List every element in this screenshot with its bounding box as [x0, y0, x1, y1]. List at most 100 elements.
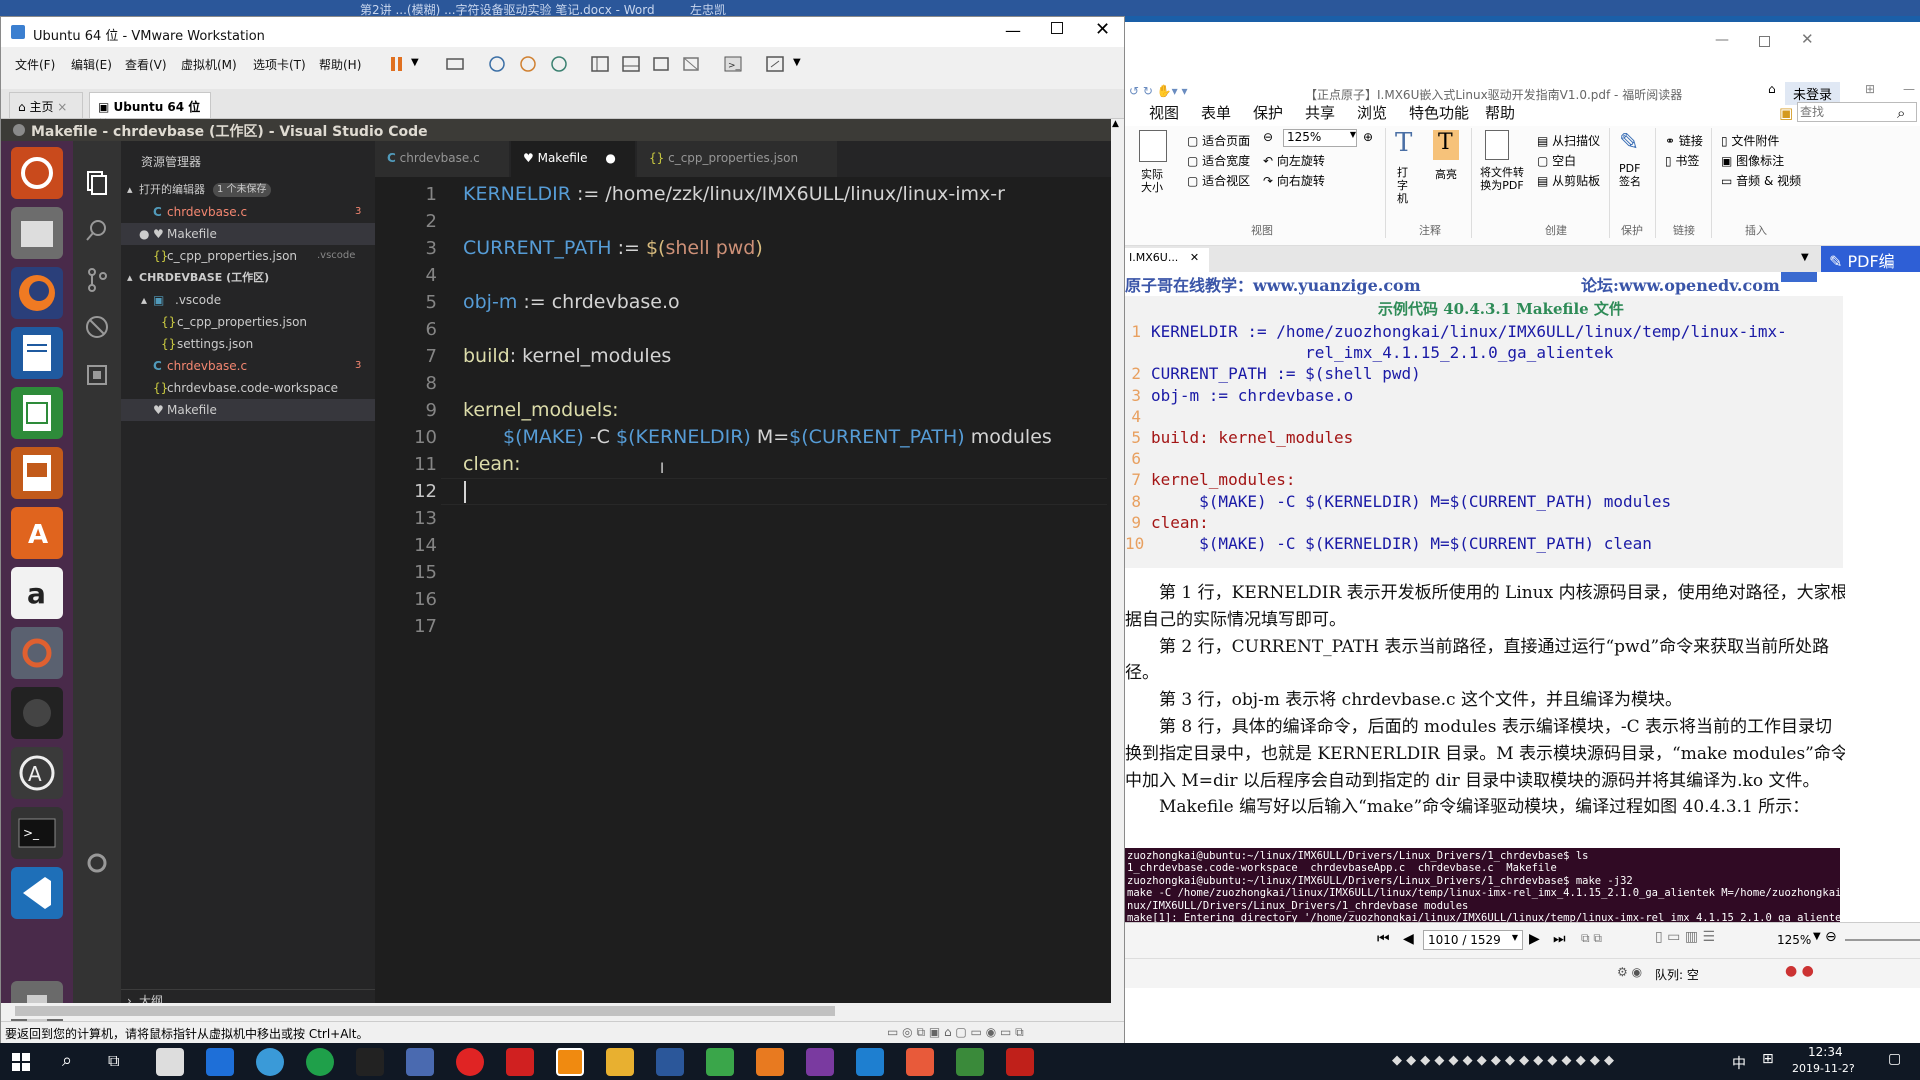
system-settings-icon[interactable]: [11, 627, 63, 679]
files-icon[interactable]: [11, 207, 63, 259]
search-icon[interactable]: ⌕: [1897, 104, 1905, 122]
workspace-header[interactable]: ▴ CHRDEVBASE (工作区): [121, 267, 375, 289]
audio-video-button[interactable]: ▭ 音频 & 视频: [1721, 172, 1801, 189]
prev-page-icon[interactable]: ◀: [1403, 931, 1414, 947]
unity-icon[interactable]: [679, 53, 703, 75]
ime-indicator[interactable]: 中: [1732, 1053, 1746, 1073]
list-item[interactable]: Cchrdevbase.c 3: [121, 355, 375, 377]
vscode-icon[interactable]: [11, 867, 63, 919]
search-icon[interactable]: ⌕: [62, 1050, 72, 1071]
libreoffice-impress-icon[interactable]: [11, 447, 63, 499]
notification-icon[interactable]: ▢: [1888, 1051, 1901, 1067]
convert-pdf-label[interactable]: 将文件转换为PDF: [1477, 166, 1527, 192]
libreoffice-writer-icon[interactable]: [11, 327, 63, 379]
from-scanner-button[interactable]: ▤ 从扫描仪: [1537, 132, 1600, 149]
minimize-icon[interactable]: —: [1715, 32, 1729, 48]
start-icon[interactable]: [12, 1053, 30, 1071]
qq-icon[interactable]: [356, 1048, 384, 1076]
menu-file[interactable]: 文件(F): [15, 56, 55, 73]
zoom-out-icon[interactable]: ⊖: [1825, 929, 1837, 945]
menu-browse[interactable]: 浏览: [1357, 102, 1387, 123]
view-mode-icons[interactable]: ⧉ ⧉: [1581, 931, 1602, 946]
software-center-icon[interactable]: A: [11, 507, 63, 559]
close-icon[interactable]: ✕: [1095, 19, 1110, 40]
bookmark-button[interactable]: ▯ 书签: [1665, 152, 1699, 169]
last-page-icon[interactable]: ⏭: [1553, 931, 1566, 947]
firefox-icon[interactable]: [11, 267, 63, 319]
snapshot-icon[interactable]: [485, 53, 509, 75]
menu-share[interactable]: 共享: [1305, 102, 1335, 123]
vmware-vertical-scrollbar[interactable]: ▲▼: [1111, 119, 1124, 1019]
window-close-dot-icon[interactable]: [13, 124, 25, 136]
scroll-up-icon[interactable]: ▲: [1112, 119, 1119, 129]
doc-tab[interactable]: I.MX6U... ✕: [1125, 248, 1209, 272]
layout-icons[interactable]: ▯ ▭ ▥ ☰: [1655, 929, 1715, 945]
zoom-out-icon[interactable]: ⊖: [1263, 130, 1273, 144]
source-control-icon[interactable]: [85, 267, 109, 293]
debug-icon[interactable]: [85, 315, 109, 339]
menu-edit[interactable]: 编辑(E): [71, 56, 112, 73]
task-view-icon[interactable]: ⧉: [108, 1051, 119, 1071]
fit-visible-button[interactable]: ▢ 适合视区: [1187, 172, 1250, 189]
close-icon[interactable]: ✕: [1801, 30, 1814, 48]
pdf-page[interactable]: 原子哥在线教学：www.yuanzige.com 论坛:www.openedv.…: [1125, 272, 1920, 922]
maximize-icon[interactable]: [1759, 36, 1770, 47]
maximize-icon[interactable]: [1051, 22, 1063, 34]
pause-dropdown-icon[interactable]: ▼: [411, 57, 419, 68]
tab-ubuntu[interactable]: ▣ Ubuntu 64 位 ×: [89, 92, 211, 129]
image-annotation-button[interactable]: ▣ 图像标注: [1721, 152, 1784, 169]
file-explorer-icon[interactable]: [606, 1048, 634, 1076]
app-green-icon[interactable]: [306, 1048, 334, 1076]
menu-protect[interactable]: 保护: [1253, 102, 1283, 123]
tray-icons[interactable]: ◆ ◆ ◆ ◆ ◆ ◆ ◆ ◆ ◆ ◆ ◆ ◆ ◆ ◆ ◆ ◆: [1392, 1053, 1614, 1068]
menu-vm[interactable]: 虚拟机(M): [181, 56, 237, 73]
snapshot-manager-icon[interactable]: [547, 53, 571, 75]
open-editors-header[interactable]: ▴ 打开的编辑器 1 个未保存: [121, 179, 375, 201]
file-attachment-button[interactable]: ▯ 文件附件: [1721, 132, 1779, 149]
zoom-in-icon[interactable]: ⊕: [1363, 130, 1373, 144]
software-updater-icon[interactable]: A: [11, 747, 63, 799]
foxit-icon[interactable]: [756, 1048, 784, 1076]
send-ctrl-alt-del-icon[interactable]: [443, 53, 467, 75]
app-icon[interactable]: [406, 1048, 434, 1076]
pdf-sign-icon[interactable]: ✎: [1619, 128, 1639, 156]
netease-music-icon[interactable]: [456, 1048, 484, 1076]
unsaved-dot-icon[interactable]: ●: [605, 151, 615, 165]
manage-gear-icon[interactable]: [85, 851, 109, 875]
actual-size-icon[interactable]: [1139, 130, 1167, 162]
filezilla-icon[interactable]: [1006, 1048, 1034, 1076]
console-view-icon[interactable]: >_: [721, 53, 745, 75]
browser-icon[interactable]: [256, 1048, 284, 1076]
notepad-icon[interactable]: [956, 1048, 984, 1076]
blank-button[interactable]: ▢ 空白: [1537, 152, 1576, 169]
menu-help[interactable]: 帮助(H): [319, 56, 361, 73]
camera-app-icon[interactable]: [156, 1048, 184, 1076]
rotate-right-button[interactable]: ↷ 向右旋转: [1263, 172, 1325, 189]
thumbnail-bar-icon[interactable]: [619, 53, 643, 75]
tree-folder[interactable]: ▴ ▣ .vscode: [121, 289, 375, 311]
code-area[interactable]: KERNELDIR := /home/zzk/linux/IMX6ULL/lin…: [375, 181, 1111, 681]
highlight-label[interactable]: 高亮: [1435, 166, 1457, 182]
zoom-level[interactable]: 125%: [1777, 933, 1811, 947]
menu-help[interactable]: 帮助: [1485, 102, 1515, 123]
explorer-icon[interactable]: [85, 169, 109, 195]
extensions-icon[interactable]: [85, 363, 109, 387]
clock-date[interactable]: 2019-11-2?: [1792, 1062, 1855, 1075]
skin-icon[interactable]: ⌂: [1768, 82, 1776, 96]
fit-width-button[interactable]: ▢ 适合宽度: [1187, 152, 1250, 169]
next-page-icon[interactable]: ▶: [1529, 931, 1540, 947]
app-orange-icon[interactable]: [906, 1048, 934, 1076]
quick-access-icons[interactable]: ↺ ↻ ✋▾ ▾: [1129, 84, 1188, 98]
close-icon[interactable]: ✕: [1190, 251, 1199, 264]
rotate-left-button[interactable]: ↶ 向左旋转: [1263, 152, 1325, 169]
libreoffice-calc-icon[interactable]: [11, 387, 63, 439]
search-icon[interactable]: [85, 219, 109, 243]
zoom-slider[interactable]: [1845, 939, 1920, 941]
list-item[interactable]: {} c_cpp_properties.json .vscode: [121, 245, 375, 267]
list-item[interactable]: {} c_cpp_properties.json: [121, 311, 375, 333]
list-item[interactable]: Cchrdevbase.c 3: [121, 201, 375, 223]
list-item[interactable]: {} settings.json: [121, 333, 375, 355]
menu-view[interactable]: 视图: [1149, 102, 1179, 123]
minimize-ribbon-icon[interactable]: —: [1903, 82, 1915, 96]
camtasia-icon[interactable]: [706, 1048, 734, 1076]
